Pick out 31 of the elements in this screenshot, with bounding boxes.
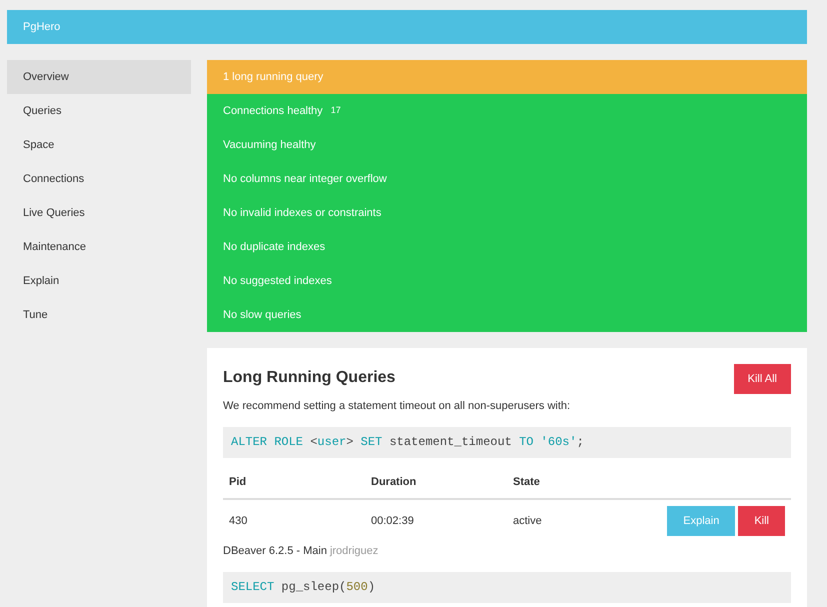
- sidebar-item[interactable]: Explain: [7, 264, 191, 298]
- sidebar-item[interactable]: Tune: [7, 298, 191, 332]
- check-label: Vacuuming healthy: [223, 138, 316, 153]
- client-name: DBeaver 6.2.5 - Main: [223, 544, 327, 559]
- check-label: No duplicate indexes: [223, 240, 326, 255]
- sidebar-item[interactable]: Space: [7, 128, 191, 162]
- check-label: Connections healthy: [223, 104, 323, 119]
- check-label: No invalid indexes or constraints: [223, 206, 382, 221]
- check-label: No slow queries: [223, 308, 302, 323]
- check-label: 1 long running query: [223, 70, 324, 85]
- code-block: ALTER ROLE <user> SET statement_timeout TO '60s';: [223, 426, 791, 458]
- column-header: Pid: [223, 466, 365, 499]
- sidebar-item[interactable]: Overview: [7, 60, 191, 94]
- user-name: jrodriguez: [330, 544, 378, 559]
- sidebar-item[interactable]: Maintenance: [7, 230, 191, 264]
- kill-button[interactable]: Kill: [738, 506, 785, 536]
- panel-title: Long Running Queries: [223, 368, 396, 388]
- check-label: No columns near integer overflow: [223, 172, 387, 187]
- kill-all-button[interactable]: Kill All: [734, 364, 791, 394]
- sidebar-item[interactable]: Queries: [7, 94, 191, 128]
- column-header: State: [507, 466, 649, 499]
- table-cell: 430: [223, 499, 365, 542]
- table-cell: 00:02:39: [365, 499, 507, 542]
- column-header: Duration: [365, 466, 507, 499]
- description: We recommend setting a statement timeout on all non-superusers with:: [223, 399, 572, 414]
- connection-count: 17: [330, 104, 341, 118]
- sidebar-item[interactable]: Connections: [7, 162, 191, 196]
- query-code: SELECT pg_sleep(500): [223, 572, 791, 602]
- table-cell: active: [507, 499, 649, 542]
- sidebar-item[interactable]: Live Queries: [7, 196, 191, 230]
- check-label: No suggested indexes: [223, 274, 332, 289]
